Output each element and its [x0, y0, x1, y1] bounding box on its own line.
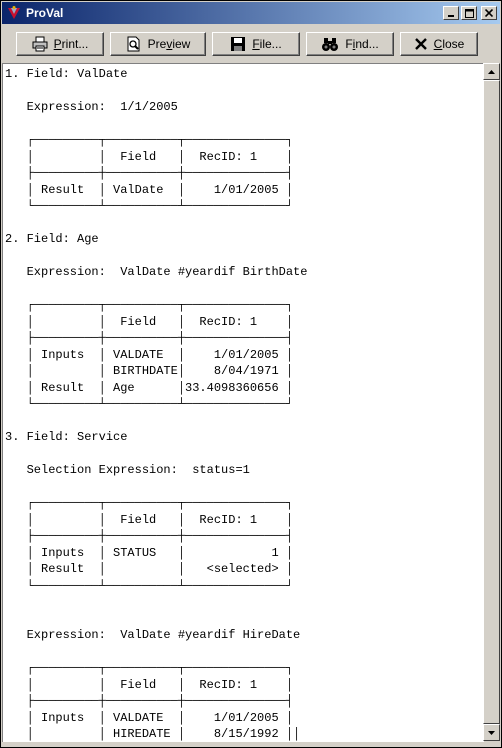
scroll-down-button[interactable] [483, 724, 500, 741]
close-icon [485, 9, 493, 17]
file-button[interactable]: File... [212, 32, 300, 56]
find-button[interactable]: Find... [306, 32, 394, 56]
close-label: Close [433, 37, 465, 51]
proval-window: ProVal Print... Preview File... Find... … [0, 0, 502, 748]
find-label: Find... [345, 37, 379, 51]
maximize-button[interactable] [461, 6, 477, 20]
maximize-icon [464, 8, 474, 18]
proval-app-icon [8, 6, 20, 19]
print-label: Print... [53, 37, 89, 51]
close-x-icon [414, 38, 427, 50]
arrow-down-icon [488, 730, 495, 735]
printer-icon [32, 36, 48, 52]
toolbar: Print... Preview File... Find... Close [2, 25, 500, 63]
preview-page-icon [127, 36, 140, 52]
close-button[interactable]: Close [400, 32, 478, 56]
report-text: 1. Field: ValDate Expression: 1/1/2005 ┌… [5, 67, 308, 741]
scroll-thumb[interactable] [483, 80, 500, 724]
minimize-icon [448, 15, 454, 17]
floppy-disk-icon [231, 37, 246, 51]
close-window-button[interactable] [481, 6, 497, 20]
title-bar[interactable]: ProVal [2, 2, 500, 24]
file-label: File... [252, 37, 282, 51]
binoculars-icon [322, 38, 339, 51]
arrow-up-icon [488, 69, 495, 74]
preview-label: Preview [147, 37, 191, 51]
vertical-scrollbar[interactable] [483, 63, 500, 741]
window-title: ProVal [26, 6, 64, 20]
minimize-button[interactable] [443, 6, 459, 20]
scroll-up-button[interactable] [483, 63, 500, 80]
print-button[interactable]: Print... [16, 32, 104, 56]
preview-button[interactable]: Preview [110, 32, 206, 56]
report-view[interactable]: 1. Field: ValDate Expression: 1/1/2005 ┌… [2, 63, 484, 742]
